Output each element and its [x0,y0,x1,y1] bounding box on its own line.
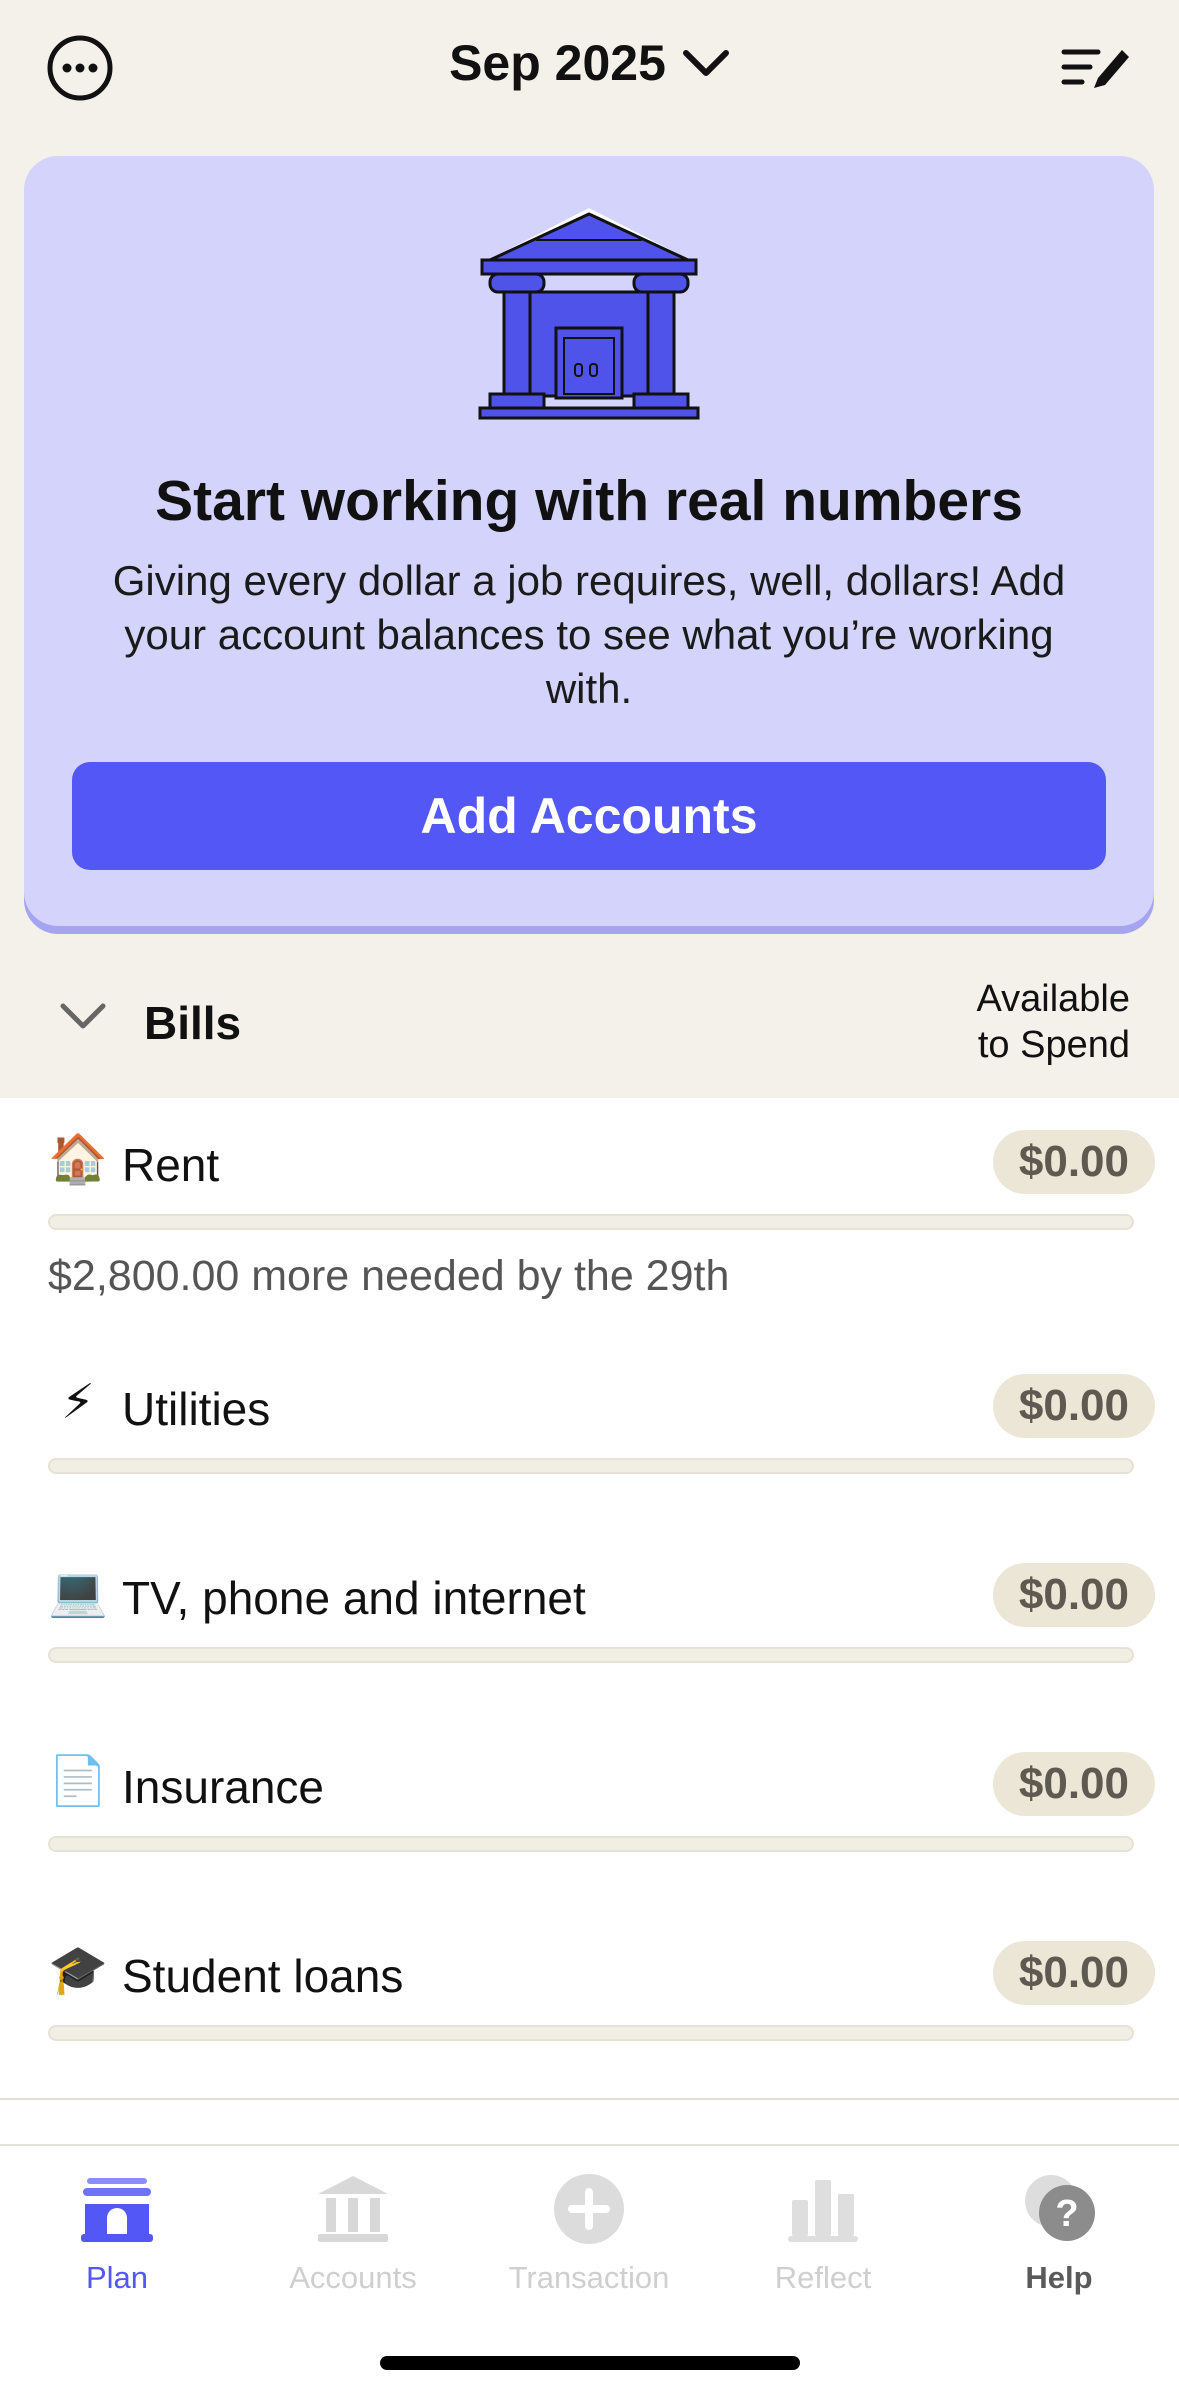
category-name: Utilities [122,1383,271,1435]
available-amount-badge[interactable]: $0.00 [992,1752,1155,1816]
home-indicator [380,2356,800,2370]
category-emoji-icon: ⚡ [61,1376,95,1429]
tab-accounts[interactable]: Accounts [253,2164,453,2296]
card-description: Giving every dollar a job requires, well… [112,557,1066,712]
add-accounts-button[interactable]: Add Accounts [72,762,1106,870]
category-name: Rent [122,1139,220,1191]
progress-bar [48,2025,1134,2041]
progress-bar [48,1214,1134,1230]
category-name: TV, phone and internet [122,1572,586,1624]
chevron-down-icon [682,50,729,76]
month-label: Sep 2025 [449,35,666,91]
section-title: Bills [144,997,242,1049]
plan-icon [81,2178,153,2242]
bills-section-header[interactable]: Bills Available to Spend [0,940,1179,1100]
tab-plan[interactable]: Plan [17,2164,217,2296]
progress-bar [48,1836,1134,1852]
bill-row[interactable]: 🎓 Student loans $0.00 [0,1909,1179,2100]
category-emoji-icon: 🎓 [48,1944,108,1997]
progress-bar [48,1458,1134,1474]
available-amount-badge[interactable]: $0.00 [992,1563,1155,1627]
tab-transaction[interactable]: Transaction [489,2164,689,2296]
edit-plan-button[interactable] [1058,30,1134,106]
plus-circle-icon [554,2174,624,2244]
available-amount-badge[interactable]: $0.00 [992,1941,1155,2005]
available-amount-badge[interactable]: $0.00 [992,1374,1155,1438]
bill-row[interactable]: ⚡ Utilities $0.00 [0,1342,1179,1533]
category-name: Student loans [122,1950,404,2002]
bill-row[interactable]: 🏠 Rent $0.00 $2,800.00 more needed by the 2… [0,1098,1179,1344]
tab-help[interactable]: ? Help [959,2164,1159,2296]
chevron-down-icon [60,1003,106,1029]
bank-icon [318,2176,388,2242]
card-title: Start working with real numbers [155,469,1023,533]
category-emoji-icon: 💻 [48,1566,108,1619]
bank-illustration-icon [478,208,700,420]
top-bar: Sep 2025 [0,0,1179,140]
bill-row[interactable]: 📄 Insurance $0.00 [0,1720,1179,1911]
help-bubble-icon: ? [1025,2175,1095,2241]
category-emoji-icon: 📄 [48,1755,108,1808]
month-picker[interactable]: Sep 2025 [0,34,1179,92]
category-emoji-icon: 🏠 [48,1133,108,1186]
progress-bar [48,1647,1134,1663]
available-amount-badge[interactable]: $0.00 [992,1130,1155,1194]
bill-row[interactable]: 💻 TV, phone and internet $0.00 [0,1531,1179,1722]
svg-text:?: ? [1055,2193,1078,2235]
edit-list-icon [1061,49,1129,88]
add-accounts-card: Start working with real numbers Giving e… [24,156,1154,926]
tab-reflect[interactable]: Reflect [723,2164,923,2296]
bar-chart-icon [788,2180,858,2242]
available-to-spend-label: Available to Spend [976,978,1130,1066]
category-name: Insurance [122,1761,325,1813]
funding-note: $2,800.00 more needed by the 29th [48,1252,730,1300]
